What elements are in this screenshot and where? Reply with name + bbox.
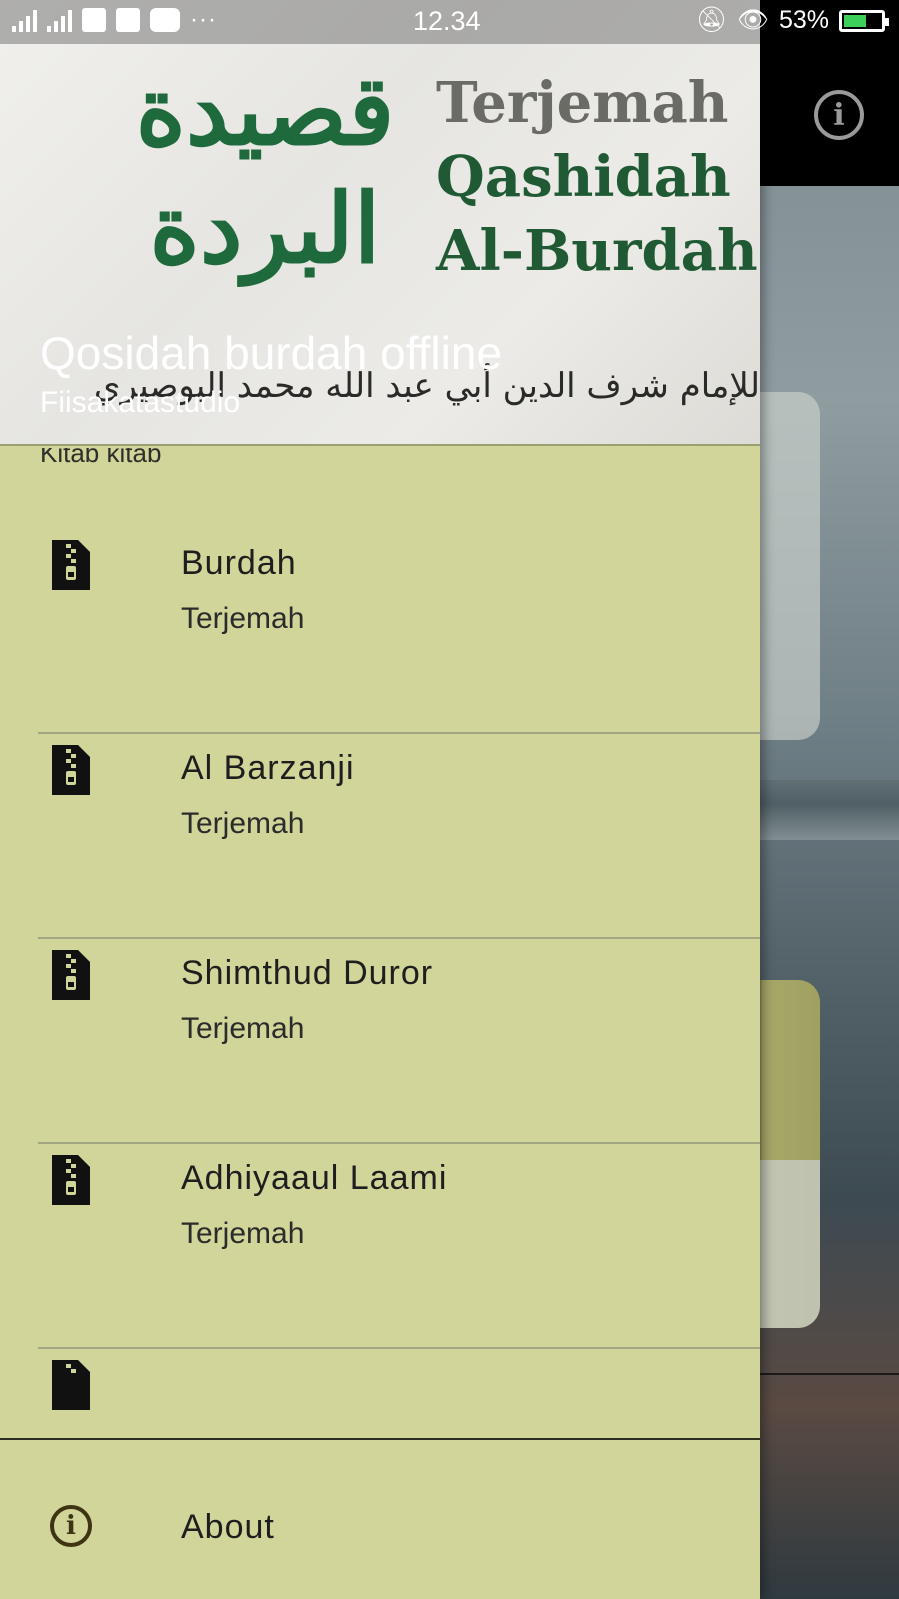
menu-item-al-barzanji[interactable]: Al Barzanji Terjemah	[0, 613, 760, 840]
zip-file-icon	[52, 745, 90, 795]
navigation-drawer: قصيدة البردة Terjemah Qashidah Al-Burdah…	[0, 0, 760, 1599]
youtube-icon	[150, 8, 180, 32]
banner-line-1: Terjemah	[436, 70, 729, 136]
menu-item-title: Al Barzanji	[181, 749, 355, 787]
background-shoreline	[760, 780, 899, 840]
menu-item-partial[interactable]	[0, 1228, 760, 1418]
zip-file-icon	[52, 1360, 90, 1410]
status-time: 12.34	[413, 6, 481, 36]
developer-name: Fiisakatastudio	[40, 386, 241, 419]
drawer-menu-list[interactable]: Kitab kitab Burdah Terjemah Al Barzanji …	[0, 448, 760, 1418]
background-divider	[760, 1373, 899, 1375]
info-icon[interactable]: i	[814, 90, 864, 140]
status-right-icons: 🔕︎ 👁︎ 53%	[695, 6, 889, 35]
menu-item-title: Adhiyaaul Laami	[181, 1159, 448, 1197]
banner-line-2: Qashidah	[436, 144, 731, 210]
menu-item-title: Shimthud Duror	[181, 954, 434, 992]
banner-line-3: Al-Burdah	[436, 218, 758, 284]
info-icon: i	[50, 1505, 92, 1547]
battery-icon	[839, 9, 889, 32]
menu-item-adhiyaaul-laami[interactable]: Adhiyaaul Laami Terjemah	[0, 1023, 760, 1250]
mail-icon	[116, 8, 140, 32]
menu-item-burdah[interactable]: Burdah Terjemah	[0, 448, 760, 635]
zip-file-icon	[52, 540, 90, 590]
app-name: Qosidah burdah offline	[40, 327, 503, 379]
banner-arabic-calligraphy: قصيدة البردة	[135, 54, 395, 285]
more-dots-icon: ···	[190, 6, 217, 33]
drawer-header: قصيدة البردة Terjemah Qashidah Al-Burdah…	[0, 0, 760, 446]
battery-level: 53%	[778, 6, 829, 34]
zip-file-icon	[52, 1155, 90, 1205]
menu-item-title: Burdah	[181, 544, 297, 582]
mute-icon: 🔕︎	[695, 6, 728, 34]
eye-icon: 👁︎	[737, 6, 769, 34]
sim-icon	[82, 8, 106, 32]
about-label: About	[181, 1508, 275, 1546]
zip-file-icon	[52, 950, 90, 1000]
status-bar: ··· 12.34 🔕︎ 👁︎ 53%	[0, 0, 899, 44]
banner-latin-title: Terjemah Qashidah Al-Burdah	[436, 66, 758, 288]
signal-icon	[12, 8, 37, 32]
menu-item-shimthud-duror[interactable]: Shimthud Duror Terjemah	[0, 818, 760, 1045]
about-menu-item[interactable]: i About	[0, 1440, 760, 1599]
signal-icon	[47, 8, 72, 32]
status-left-icons: ···	[12, 8, 217, 32]
